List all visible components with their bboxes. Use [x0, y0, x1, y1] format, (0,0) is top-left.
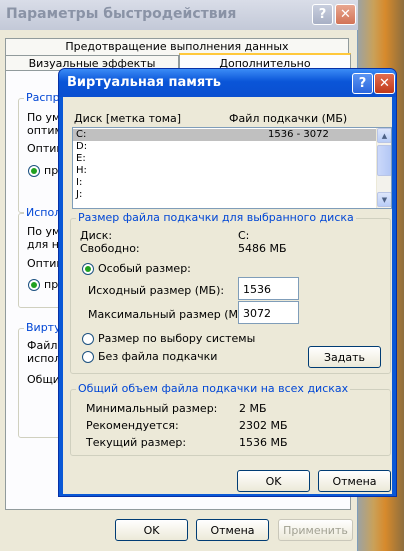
close-icon: ✕	[340, 7, 351, 22]
drive-letter: H:	[76, 165, 87, 176]
system-managed-label: Размер по выбору системы	[98, 332, 256, 345]
virtual-memory-dialog: Виртуальная память ? ✕ Диск [метка тома]…	[58, 68, 397, 497]
max-size-input[interactable]: 3072	[238, 301, 299, 324]
back-help-button[interactable]: ?	[312, 4, 333, 25]
initial-size-input[interactable]: 1536	[238, 277, 299, 300]
disk-value: C:	[238, 229, 250, 242]
ok-button[interactable]: OK	[237, 470, 310, 492]
custom-size-label: Особый размер:	[98, 262, 191, 275]
set-button[interactable]: Задать	[308, 346, 381, 368]
total-pagefile-group-title: Общий объем файла подкачки на всех диска…	[76, 382, 351, 395]
dialog-title-bar[interactable]: Виртуальная память ? ✕	[59, 69, 396, 97]
group1-radio[interactable]	[28, 165, 40, 177]
group2-radio[interactable]	[28, 279, 40, 291]
drive-letter: I:	[76, 177, 83, 188]
back-window-title: Параметры быстродействия	[6, 6, 237, 22]
recommended-label: Рекомендуется:	[86, 419, 179, 432]
back-title-bar: Параметры быстродействия ? ✕	[0, 0, 358, 30]
column-header-drive: Диск [метка тома]	[74, 112, 182, 125]
disk-label: Диск:	[80, 229, 113, 242]
drive-row[interactable]: I:	[73, 177, 376, 189]
back-apply-button[interactable]: Применить	[278, 519, 353, 541]
drive-pagefile-size: 1536 - 3072	[268, 129, 329, 140]
tab-dep-label: Предотвращение выполнения данных	[65, 40, 289, 53]
scroll-down-icon[interactable]: ▼	[377, 192, 391, 207]
current-size-value: 1536 МБ	[239, 436, 288, 449]
close-icon: ✕	[379, 76, 390, 91]
no-pagefile-radio[interactable]	[82, 351, 94, 363]
min-size-label: Минимальный размер:	[86, 402, 218, 415]
drive-row[interactable]: J:	[73, 189, 376, 201]
back-ok-button[interactable]: OK	[115, 519, 188, 541]
drive-row[interactable]: H:	[73, 165, 376, 177]
dialog-title: Виртуальная память	[67, 75, 221, 90]
drive-letter: J:	[76, 189, 83, 200]
dialog-client-area: Диск [метка тома] Файл подкачки (МБ) C: 1…	[63, 97, 392, 494]
drive-row[interactable]: C: 1536 - 3072	[73, 129, 376, 141]
drive-letter: D:	[76, 141, 88, 152]
recommended-value: 2302 МБ	[239, 419, 288, 432]
min-size-value: 2 МБ	[239, 402, 267, 415]
system-managed-radio[interactable]	[82, 333, 94, 345]
custom-size-radio[interactable]	[82, 263, 94, 275]
drive-listbox[interactable]: C: 1536 - 3072 D: E: H: I: J: ▲ ▼	[72, 127, 392, 209]
help-button[interactable]: ?	[352, 73, 373, 94]
back-cancel-button[interactable]: Отмена	[196, 519, 269, 541]
column-header-pagefile: Файл подкачки (МБ)	[229, 112, 348, 125]
drive-row[interactable]: D:	[73, 141, 376, 153]
back-close-button[interactable]: ✕	[335, 4, 356, 25]
drive-row[interactable]: E:	[73, 153, 376, 165]
cancel-button[interactable]: Отмена	[318, 470, 391, 492]
scroll-thumb[interactable]	[377, 145, 391, 176]
drive-list: C: 1536 - 3072 D: E: H: I: J:	[73, 129, 376, 201]
free-value: 5486 МБ	[238, 242, 287, 255]
free-label: Свободно:	[80, 242, 140, 255]
drive-letter: C:	[76, 129, 87, 140]
drive-letter: E:	[76, 153, 86, 164]
group3-title: Вирту	[24, 321, 63, 334]
drive-list-scrollbar[interactable]: ▲ ▼	[376, 128, 391, 208]
initial-size-label: Исходный размер (МБ):	[88, 284, 225, 297]
no-pagefile-label: Без файла подкачки	[98, 350, 218, 363]
max-size-label: Максимальный размер (МБ):	[88, 308, 254, 321]
current-size-label: Текущий размер:	[86, 436, 187, 449]
selected-drive-group-title: Размер файла подкачки для выбранного дис…	[76, 211, 356, 224]
help-icon: ?	[318, 7, 327, 22]
close-button[interactable]: ✕	[374, 73, 395, 94]
scroll-up-icon[interactable]: ▲	[377, 128, 391, 143]
help-icon: ?	[358, 76, 367, 91]
